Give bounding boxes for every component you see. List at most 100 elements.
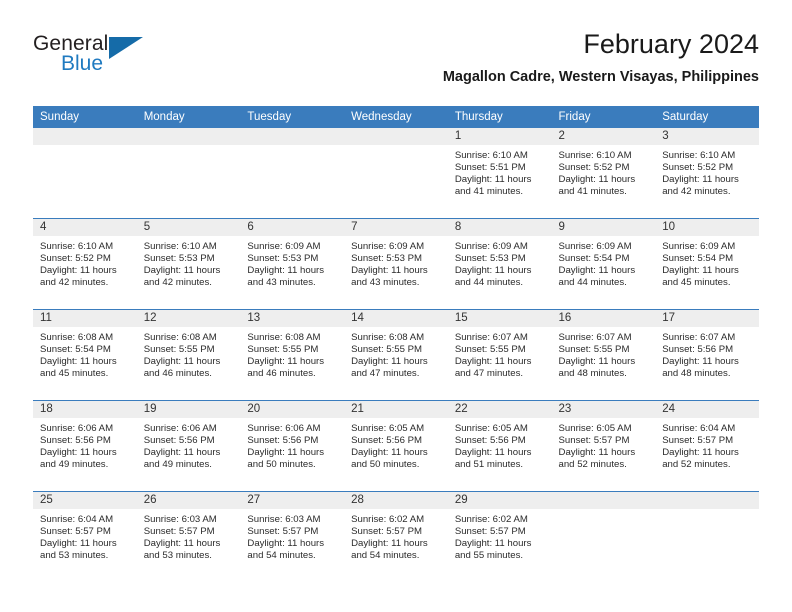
day-number [240,128,345,145]
day-number [136,128,241,145]
calendar-cell-day[interactable]: 23 Sunrise: 6:05 AM Sunset: 5:57 PM Dayligh… [551,400,656,492]
day-detail-line: Daylight: 11 hours [40,356,117,368]
day-detail-line: Daylight: 11 hours [40,447,117,459]
day-detail-line: Sunset: 5:55 PM [351,344,423,356]
calendar-cell-day[interactable]: 2 Sunrise: 6:10 AM Sunset: 5:52 PM Daylight… [551,128,656,219]
day-detail-line: Sunrise: 6:02 AM [454,514,528,525]
day-detail-line: Daylight: 11 hours [143,265,221,277]
calendar-cell-empty [33,128,137,219]
day-details: Sunrise: 6:10 AM Sunset: 5:53 PM Daylight:… [137,236,241,289]
day-number: 4 [33,219,137,236]
calendar-cell-inner: 8 Sunrise: 6:09 AM Sunset: 5:53 PM Daylight… [447,219,552,310]
day-number: 17 [655,310,759,327]
calendar-week-row: 1 Sunrise: 6:10 AM Sunset: 5:51 PM Daylight… [33,128,759,219]
day-details: Sunrise: 6:02 AM Sunset: 5:57 PM Daylight:… [448,509,552,562]
day-detail-line: Sunrise: 6:10 AM [40,241,114,252]
day-detail-line: Daylight: 11 hours [454,356,532,368]
weekday-header-monday: Monday [136,106,241,128]
calendar-cell-inner: 3 Sunrise: 6:10 AM Sunset: 5:52 PM Daylight… [655,128,759,218]
day-details: Sunrise: 6:10 AM Sunset: 5:52 PM Daylight:… [33,236,137,289]
calendar-week-row: 4 Sunrise: 6:10 AM Sunset: 5:52 PM Daylight… [33,218,759,310]
day-detail-line: and 54 minutes. [351,550,420,562]
calendar-cell-empty [551,491,656,582]
day-detail-line: Sunrise: 6:09 AM [558,241,632,252]
day-details: Sunrise: 6:08 AM Sunset: 5:55 PM Daylight:… [344,327,448,380]
day-detail-line: Sunset: 5:53 PM [351,253,423,265]
day-details [33,145,137,150]
day-details: Sunrise: 6:03 AM Sunset: 5:57 PM Daylight:… [137,509,241,562]
day-details: Sunrise: 6:10 AM Sunset: 5:51 PM Daylight:… [448,145,552,198]
calendar-cell-day[interactable]: 24 Sunrise: 6:04 AM Sunset: 5:57 PM Dayligh… [655,400,759,492]
day-details: Sunrise: 6:05 AM Sunset: 5:56 PM Daylight:… [344,418,448,471]
day-number: 8 [447,219,552,236]
day-detail-line: Sunrise: 6:09 AM [247,241,321,252]
calendar-cell-day[interactable]: 25 Sunrise: 6:04 AM Sunset: 5:57 PM Dayligh… [33,491,137,582]
calendar-cell-day[interactable]: 5 Sunrise: 6:10 AM Sunset: 5:53 PM Daylight… [136,218,241,310]
calendar-cell-day[interactable]: 27 Sunrise: 6:03 AM Sunset: 5:57 PM Dayligh… [240,491,345,582]
calendar-cell-day[interactable]: 8 Sunrise: 6:09 AM Sunset: 5:53 PM Daylight… [447,218,552,310]
calendar-page: General Blue February 2024 Magallon Cadr… [0,0,792,612]
calendar-cell-day[interactable]: 22 Sunrise: 6:05 AM Sunset: 5:56 PM Dayligh… [447,400,552,492]
day-detail-line: Daylight: 11 hours [662,447,739,459]
day-detail-line: and 50 minutes. [351,459,420,471]
calendar-cell-inner: 12 Sunrise: 6:08 AM Sunset: 5:55 PM Dayligh… [136,310,241,401]
day-number: 23 [551,401,656,418]
calendar-cell-empty [136,128,241,219]
calendar-cell-day[interactable]: 7 Sunrise: 6:09 AM Sunset: 5:53 PM Daylight… [344,218,448,310]
day-detail-line: Sunset: 5:56 PM [454,435,526,447]
day-detail-line: Sunrise: 6:06 AM [40,423,114,434]
day-number: 6 [240,219,345,236]
calendar-cell-day[interactable]: 1 Sunrise: 6:10 AM Sunset: 5:51 PM Daylight… [447,128,552,219]
calendar-cell-day[interactable]: 13 Sunrise: 6:08 AM Sunset: 5:55 PM Dayligh… [240,309,345,401]
day-detail-line: Daylight: 11 hours [351,356,428,368]
day-detail-line: Daylight: 11 hours [558,447,636,459]
calendar-cell-day[interactable]: 19 Sunrise: 6:06 AM Sunset: 5:56 PM Dayligh… [136,400,241,492]
day-detail-line: and 44 minutes. [558,277,627,289]
brand-logo[interactable]: General Blue [33,32,153,88]
calendar-cell-day[interactable]: 28 Sunrise: 6:02 AM Sunset: 5:57 PM Dayligh… [344,491,448,582]
calendar-cell-day[interactable]: 9 Sunrise: 6:09 AM Sunset: 5:54 PM Daylight… [551,218,656,310]
day-number [655,492,759,509]
day-details: Sunrise: 6:06 AM Sunset: 5:56 PM Daylight:… [137,418,241,471]
day-detail-line: Sunrise: 6:06 AM [247,423,321,434]
calendar-cell-day[interactable]: 26 Sunrise: 6:03 AM Sunset: 5:57 PM Dayligh… [136,491,241,582]
calendar-body: 1 Sunrise: 6:10 AM Sunset: 5:51 PM Daylight… [33,128,759,582]
day-detail-line: and 55 minutes. [454,550,524,562]
calendar-cell-day[interactable]: 14 Sunrise: 6:08 AM Sunset: 5:55 PM Dayligh… [344,309,448,401]
calendar-cell-day[interactable]: 15 Sunrise: 6:07 AM Sunset: 5:55 PM Dayligh… [447,309,552,401]
day-detail-line: Sunset: 5:52 PM [40,253,111,265]
calendar-cell-day[interactable]: 6 Sunrise: 6:09 AM Sunset: 5:53 PM Daylight… [240,218,345,310]
calendar-cell-inner: 4 Sunrise: 6:10 AM Sunset: 5:52 PM Daylight… [33,219,137,310]
calendar-cell-day[interactable]: 4 Sunrise: 6:10 AM Sunset: 5:52 PM Daylight… [33,218,137,310]
day-detail-line: Daylight: 11 hours [143,538,221,550]
calendar-cell-day[interactable]: 17 Sunrise: 6:07 AM Sunset: 5:56 PM Dayligh… [655,309,759,401]
day-detail-line: Daylight: 11 hours [454,538,532,550]
day-detail-line: Sunset: 5:54 PM [662,253,734,265]
day-details: Sunrise: 6:08 AM Sunset: 5:55 PM Daylight:… [137,327,241,380]
calendar-cell-inner [33,128,137,218]
calendar-cell-inner: 15 Sunrise: 6:07 AM Sunset: 5:55 PM Dayligh… [447,310,552,401]
brand-name-blue: Blue [61,52,104,75]
day-detail-line: and 41 minutes. [558,186,627,198]
day-number: 24 [655,401,759,418]
calendar-cell-day[interactable]: 3 Sunrise: 6:10 AM Sunset: 5:52 PM Daylight… [655,128,759,219]
calendar-cell-day[interactable]: 12 Sunrise: 6:08 AM Sunset: 5:55 PM Dayligh… [136,309,241,401]
calendar-cell-day[interactable]: 18 Sunrise: 6:06 AM Sunset: 5:56 PM Dayligh… [33,400,137,492]
calendar-cell-day[interactable]: 21 Sunrise: 6:05 AM Sunset: 5:56 PM Dayligh… [344,400,448,492]
day-detail-line: Sunset: 5:53 PM [247,253,319,265]
calendar-cell-day[interactable]: 10 Sunrise: 6:09 AM Sunset: 5:54 PM Dayligh… [655,218,759,310]
calendar-cell-day[interactable]: 11 Sunrise: 6:08 AM Sunset: 5:54 PM Dayligh… [33,309,137,401]
day-details: Sunrise: 6:08 AM Sunset: 5:54 PM Daylight:… [33,327,137,380]
calendar-cell-inner: 2 Sunrise: 6:10 AM Sunset: 5:52 PM Daylight… [551,128,656,218]
day-number: 22 [447,401,552,418]
calendar-cell-empty [240,128,345,219]
calendar-cell-day[interactable]: 20 Sunrise: 6:06 AM Sunset: 5:56 PM Dayligh… [240,400,345,492]
calendar-cell-day[interactable]: 29 Sunrise: 6:02 AM Sunset: 5:57 PM Dayligh… [447,491,552,582]
day-detail-line: Sunrise: 6:08 AM [143,332,217,343]
day-details: Sunrise: 6:09 AM Sunset: 5:53 PM Daylight:… [240,236,344,289]
day-detail-line: Sunset: 5:57 PM [247,526,319,538]
day-number: 29 [447,492,552,509]
day-detail-line: Sunrise: 6:10 AM [143,241,217,252]
calendar-cell-day[interactable]: 16 Sunrise: 6:07 AM Sunset: 5:55 PM Dayligh… [551,309,656,401]
day-detail-line: Sunset: 5:55 PM [558,344,630,356]
